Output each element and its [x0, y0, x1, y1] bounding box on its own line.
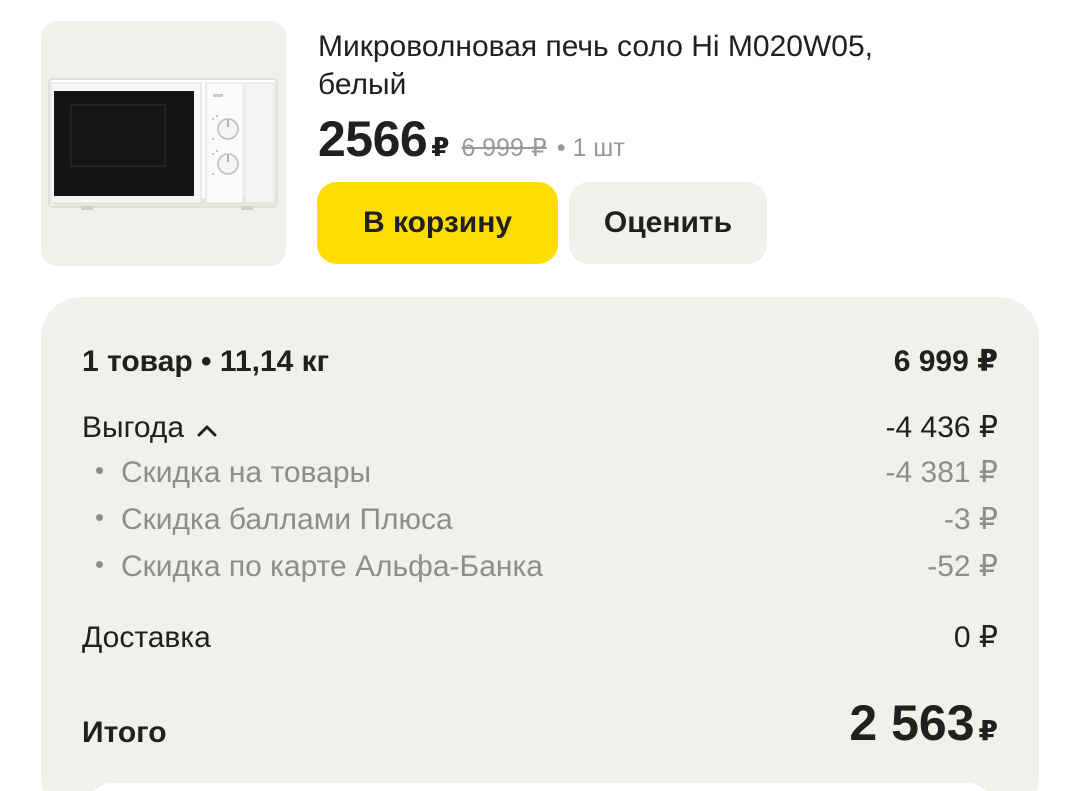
price-row: 2566 ₽ 6 999 ₽ • 1 шт [318, 110, 625, 168]
product-title-line2: белый [318, 68, 407, 101]
microwave-image [48, 78, 278, 210]
discount-value: -4 381 ₽ [885, 456, 999, 489]
benefit-label: Выгода [82, 411, 185, 444]
product-title[interactable]: Микроволновая печь соло Hi M020W05, белы… [318, 28, 1018, 104]
benefit-value: -4 436 ₽ [885, 411, 999, 444]
discount-row: Скидка баллами Плюса -3 ₽ [82, 502, 998, 537]
product-card: Микроволновая печь соло Hi M020W05, белы… [0, 0, 1079, 290]
product-image[interactable] [41, 21, 286, 266]
total-amount: 2 563 ₽ [849, 694, 998, 752]
discount-label: Скидка на товары [121, 456, 372, 489]
quantity: • 1 шт [556, 134, 625, 162]
benefit-label-wrap: Выгода [82, 411, 218, 445]
total-row: Итого 2 563 ₽ [82, 694, 998, 752]
total-value: 2 563 [849, 695, 975, 751]
discount-row: Скидка на товары -4 381 ₽ [82, 455, 998, 490]
rate-button[interactable]: Оценить [569, 182, 767, 264]
items-value: 6 999 ₽ [893, 345, 998, 378]
current-price: 2566 [318, 111, 428, 167]
discount-row: Скидка по карте Альфа-Банка -52 ₽ [82, 549, 998, 584]
benefit-row[interactable]: Выгода -4 436 ₽ [82, 410, 998, 445]
discount-value: -52 ₽ [927, 550, 998, 583]
old-price: 6 999 ₽ [461, 134, 547, 162]
items-label: 1 товар • 11,14 кг [82, 345, 330, 378]
discount-label: Скидка баллами Плюса [121, 503, 453, 536]
delivery-value: 0 ₽ [953, 621, 998, 654]
discount-label: Скидка по карте Альфа-Банка [121, 550, 543, 583]
bullet [96, 561, 103, 568]
bullet [96, 467, 103, 474]
total-label: Итого [82, 716, 167, 749]
discount-value: -3 ₽ [943, 503, 998, 536]
price-currency: ₽ [431, 132, 450, 162]
items-row: 1 товар • 11,14 кг 6 999 ₽ [82, 344, 998, 379]
chevron-up-icon[interactable] [196, 411, 218, 445]
total-currency: ₽ [978, 715, 998, 746]
payment-card-peek [88, 783, 992, 791]
delivery-label: Доставка [82, 621, 211, 654]
bullet [96, 514, 103, 521]
add-to-cart-button[interactable]: В корзину [317, 182, 558, 264]
delivery-row: Доставка 0 ₽ [82, 620, 998, 655]
product-title-line1: Микроволновая печь соло Hi M020W05, [318, 30, 873, 63]
